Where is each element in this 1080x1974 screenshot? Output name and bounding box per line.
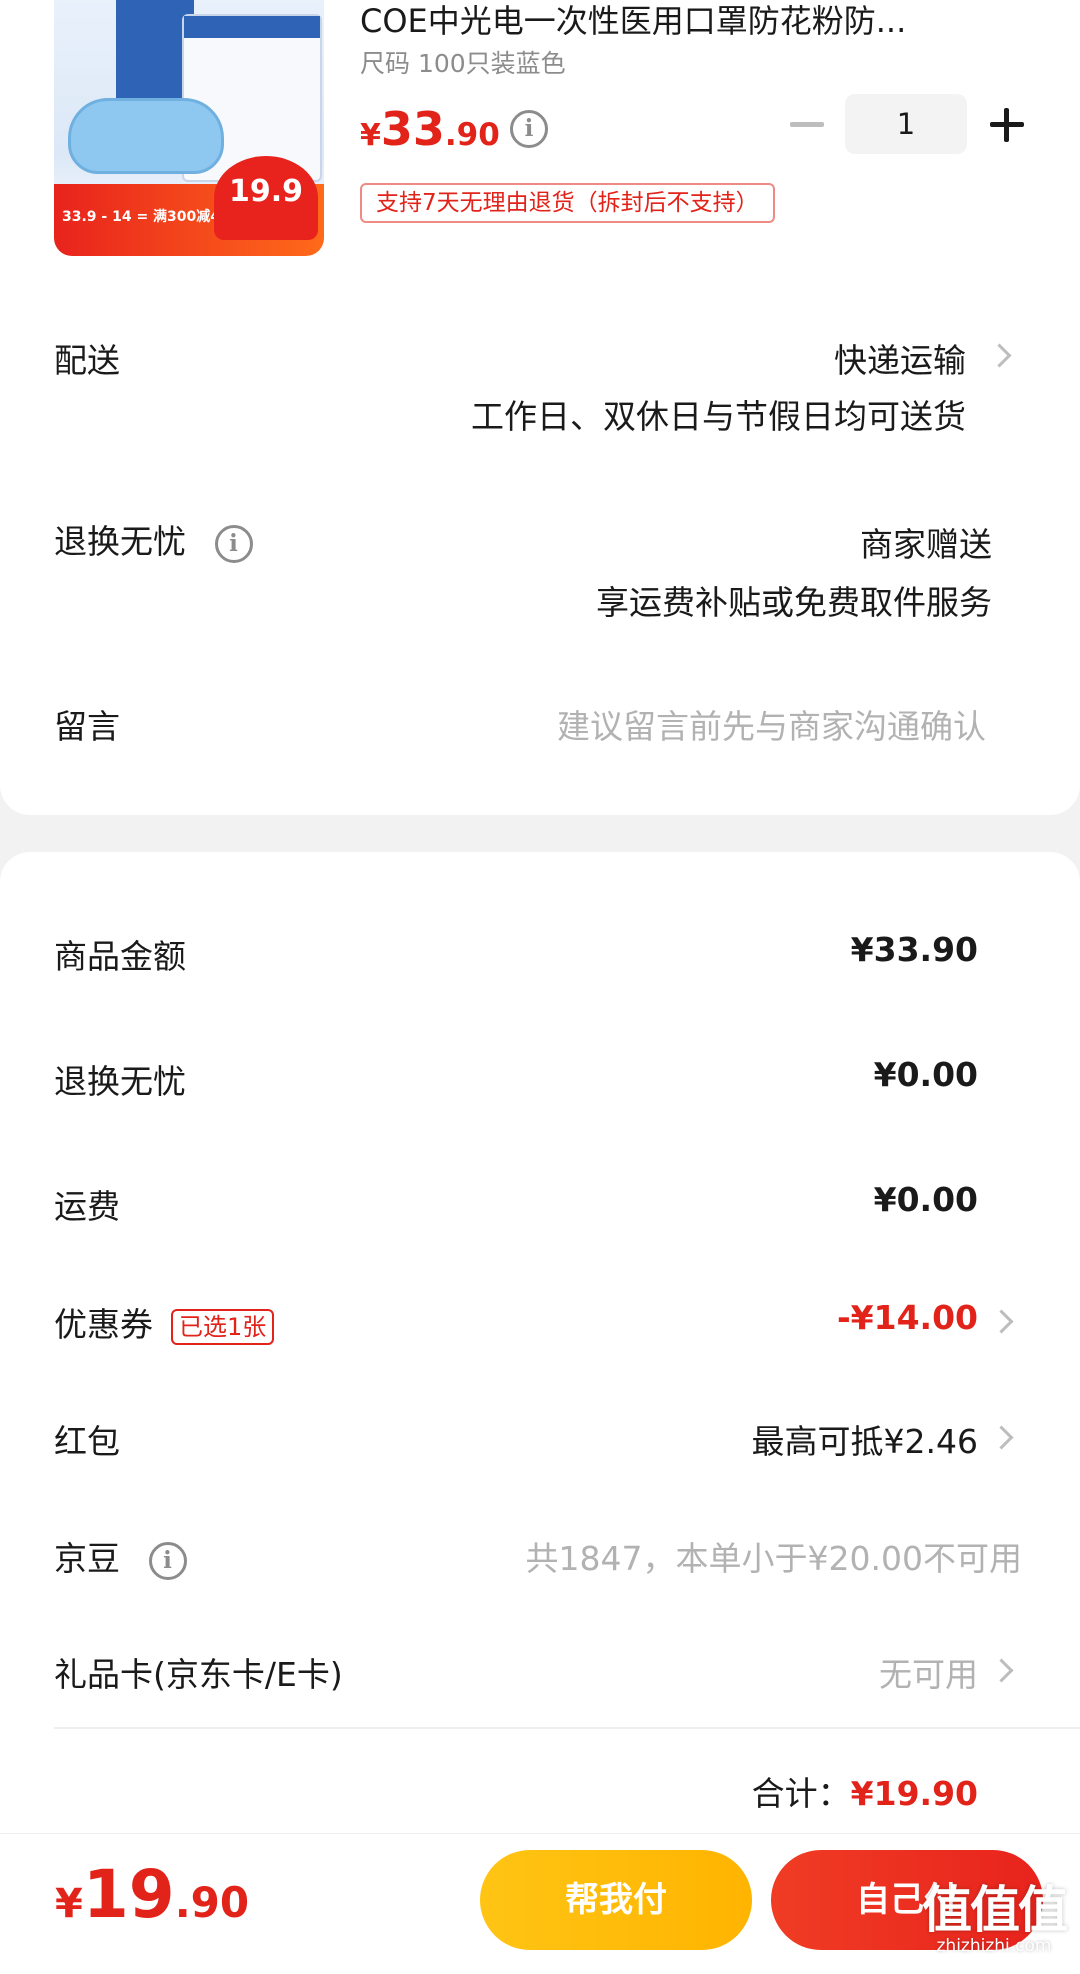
red-packet-label: 红包 <box>54 1422 120 1461</box>
price-info-icon[interactable]: i <box>510 110 548 148</box>
worry-free-value[interactable]: 商家赠送 <box>860 518 992 566</box>
total-label: 合计： <box>751 1774 851 1813</box>
coupon-selected-badge: 已选1张 <box>171 1308 275 1345</box>
product-price: ¥33.90 <box>360 102 500 156</box>
divider <box>54 1727 1080 1729</box>
order-total: 合计：¥19.90 <box>752 1767 978 1815</box>
gift-card-value[interactable]: 无可用 <box>879 1648 978 1696</box>
return-policy-tag: 支持7天无理由退货（拆封后不支持） <box>360 183 775 223</box>
worry-free-info-icon[interactable]: i <box>214 524 253 563</box>
order-item-card: 33.9 - 14 = 满300减40 19.9 COE中光电一次性医用口罩防花… <box>0 0 1080 815</box>
promo-banner-text: 33.9 - 14 = 满300减40 <box>62 209 230 225</box>
quantity-input[interactable]: 1 <box>845 94 967 154</box>
message-input[interactable]: 建议留言前先与商家沟通确认 <box>557 700 986 748</box>
coupon-label: 优惠券 已选1张 <box>54 1298 275 1346</box>
jd-beans-label: 京豆 i <box>54 1532 187 1580</box>
jd-beans-info-icon[interactable]: i <box>148 1541 187 1580</box>
decrease-quantity-button[interactable] <box>790 122 824 127</box>
checkout-bar: ¥19.90 帮我付 自己付 <box>0 1833 1080 1974</box>
delivery-label: 配送 <box>54 341 120 380</box>
shipping-value: ¥0.00 <box>873 1180 978 1219</box>
increase-quantity-button[interactable] <box>990 108 1024 142</box>
worry-free-fee-value: ¥0.00 <box>873 1055 978 1094</box>
product-sku[interactable]: 尺码 100只装蓝色 <box>360 44 566 80</box>
product-image[interactable]: 33.9 - 14 = 满300减40 19.9 <box>54 0 324 256</box>
worry-free-note: 享运费补贴或免费取件服务 <box>596 583 992 622</box>
coupon-value[interactable]: -¥14.00 <box>837 1298 978 1337</box>
worry-free-label: 退换无忧 i <box>54 515 253 563</box>
product-title[interactable]: COE中光电一次性医用口罩防花粉防... <box>360 0 906 42</box>
promo-price-badge: 19.9 <box>214 156 318 240</box>
help-me-pay-button[interactable]: 帮我付 <box>480 1850 752 1950</box>
total-value: ¥19.90 <box>850 1774 978 1813</box>
promo-banner: 33.9 - 14 = 满300减40 19.9 <box>54 156 324 256</box>
chevron-right-icon[interactable] <box>987 343 1012 368</box>
goods-amount-label: 商品金额 <box>54 937 186 976</box>
delivery-note: 工作日、双休日与节假日均可送货 <box>471 397 966 436</box>
gift-card-label: 礼品卡(京东卡/E卡) <box>54 1655 343 1694</box>
worry-free-fee-label: 退换无忧 <box>54 1062 186 1101</box>
shipping-label: 运费 <box>54 1187 120 1226</box>
goods-amount-value: ¥33.90 <box>850 930 978 969</box>
red-packet-value[interactable]: 最高可抵¥2.46 <box>752 1415 978 1463</box>
jd-beans-value: 共1847，本单小于¥20.00不可用 <box>525 1539 1022 1578</box>
payable-price: ¥19.90 <box>55 1856 250 1933</box>
pay-myself-button[interactable]: 自己付 <box>771 1850 1043 1950</box>
mask-image <box>68 98 224 174</box>
delivery-method[interactable]: 快递运输 <box>834 334 966 382</box>
message-label: 留言 <box>54 707 120 746</box>
